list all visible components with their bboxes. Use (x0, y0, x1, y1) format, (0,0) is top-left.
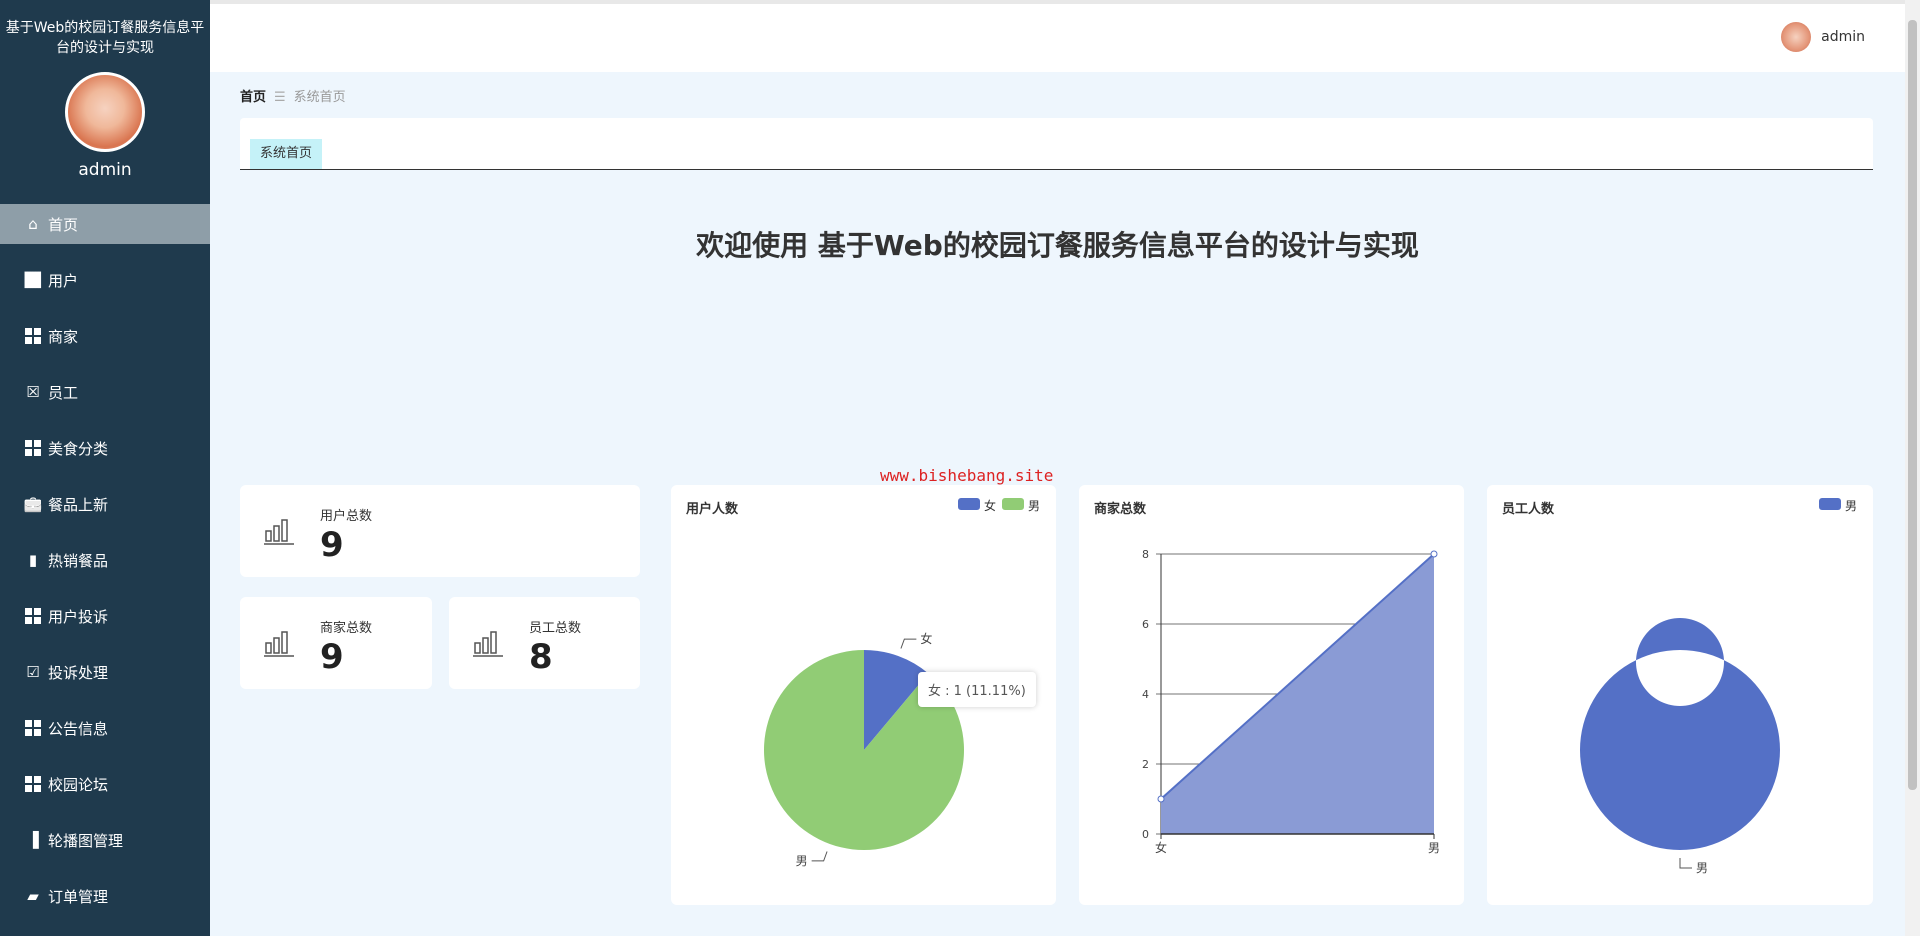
stat-value: 8 (529, 637, 553, 677)
grid-icon (24, 439, 42, 457)
bar-chart-icon (264, 631, 294, 657)
scrollbar-thumb[interactable] (1908, 20, 1917, 790)
sidebar-item-label: 商家 (48, 327, 79, 346)
sidebar: 基于Web的校园订餐服务信息平台的设计与实现 admin ⌂ 首页 📈 用户商家 ☒ 员工… (0, 0, 210, 936)
sidebar-item-4[interactable]: 美食分类 (0, 428, 210, 468)
y-tick-label: 2 (1142, 758, 1149, 771)
stat-value: 9 (320, 637, 344, 677)
sidebar-item-6[interactable]: ▮ 热销餐品 (0, 540, 210, 580)
wallet-icon: ▰ (27, 887, 39, 905)
sidebar-item-1[interactable]: 📈 用户 (0, 260, 210, 300)
sidebar-menu: ⌂ 首页 📈 用户商家 ☒ 员工美食分类 💼 餐品上新 ▮ 热销餐品用户投诉 ☑ 投诉处理公告信息校园… (0, 204, 210, 932)
avatar[interactable] (65, 72, 145, 152)
sidebar-item-9[interactable]: 公告信息 (0, 708, 210, 748)
sidebar-item-label: 美食分类 (48, 439, 109, 458)
clipboard-x-icon: ☒ (26, 383, 40, 401)
x-tick-label: 男 (1428, 841, 1440, 855)
home-icon: ⌂ (28, 215, 38, 233)
sidebar-item-label: 餐品上新 (48, 495, 109, 514)
breadcrumb-current: 系统首页 (293, 90, 346, 105)
briefcase-icon: 💼 (23, 495, 43, 513)
sidebar-item-5[interactable]: 💼 餐品上新 (0, 484, 210, 524)
data-point-男 (1430, 550, 1438, 558)
y-tick-label: 0 (1142, 828, 1149, 841)
watermark: www.bishebang.site (880, 466, 1054, 485)
sidebar-item-12[interactable]: ▰ 订单管理 (0, 876, 210, 916)
staff-donut-chart[interactable]: 男 (1487, 485, 1873, 905)
chart-line-icon: 📈 (23, 271, 43, 289)
grid-icon (24, 327, 42, 345)
slice-label: 女 (920, 631, 932, 646)
chart-card-staff: 员工人数 男 男 (1487, 485, 1873, 905)
chart-card-users: 用户人数 女 男 女男 女 : 1 (11.11%) (671, 485, 1056, 905)
sidebar-item-label: 投诉处理 (48, 663, 109, 682)
sidebar-item-7[interactable]: 用户投诉 (0, 596, 210, 636)
y-tick-label: 8 (1142, 548, 1149, 561)
stat-label: 员工总数 (529, 621, 582, 636)
sidebar-item-8[interactable]: ☑ 投诉处理 (0, 652, 210, 692)
sidebar-item-2[interactable]: 商家 (0, 316, 210, 356)
sidebar-item-label: 公告信息 (48, 719, 109, 738)
chart-tooltip: 女 : 1 (11.11%) (918, 672, 1036, 707)
breadcrumb-home[interactable]: 首页 (240, 90, 266, 105)
stat-card-merchants: 商家总数 9 (240, 597, 432, 689)
book-icon: ▐ (27, 831, 39, 849)
chart-card-merchants: 商家总数 02468女男 (1079, 485, 1464, 905)
bar-chart-icon: ▮ (28, 551, 38, 569)
page-title: 欢迎使用 基于Web的校园订餐服务信息平台的设计与实现 (696, 229, 1419, 262)
label-line (1679, 858, 1692, 869)
slice-label: 男 (796, 854, 808, 868)
stat-card-staff: 员工总数 8 (449, 597, 640, 689)
label-line (900, 638, 917, 649)
breadcrumb: 首页 ☰ 系统首页 (240, 86, 346, 105)
label-line (811, 851, 828, 862)
sidebar-item-label: 校园论坛 (48, 775, 109, 794)
sidebar-item-10[interactable]: 校园论坛 (0, 764, 210, 804)
sidebar-item-label: 用户 (48, 271, 79, 290)
sidebar-item-3[interactable]: ☒ 员工 (0, 372, 210, 412)
slice-label: 男 (1696, 861, 1708, 875)
sidebar-item-label: 轮播图管理 (48, 831, 124, 850)
bar-chart-icon (473, 631, 503, 657)
system-title: 基于Web的校园订餐服务信息平台的设计与实现 (5, 20, 205, 56)
menu-icon: ☰ (274, 90, 286, 105)
bar-chart-icon (264, 519, 294, 545)
avatar (1781, 22, 1812, 52)
sidebar-item-label: 用户投诉 (48, 607, 109, 626)
user-menu[interactable]: admin (1781, 22, 1865, 52)
tab-system-home[interactable]: 系统首页 (250, 139, 323, 169)
pie-slice-男 (1579, 618, 1780, 850)
y-tick-label: 4 (1142, 688, 1149, 701)
stat-card-users: 用户总数 9 (240, 485, 640, 577)
clipboard-check-icon: ☑ (26, 663, 40, 681)
y-tick-label: 6 (1142, 618, 1149, 631)
sidebar-item-0[interactable]: ⌂ 首页 (0, 204, 210, 244)
stat-value: 9 (320, 525, 344, 565)
x-tick-label: 女 (1155, 840, 1167, 855)
sidebar-username: admin (78, 160, 132, 180)
merchants-area-chart[interactable]: 0 2 4 6 8 女 男 (1079, 485, 1464, 905)
sidebar-item-11[interactable]: ▐ 轮播图管理 (0, 820, 210, 860)
grid-icon (24, 607, 42, 625)
scrollbar[interactable] (1905, 0, 1920, 936)
sidebar-item-label: 订单管理 (48, 887, 109, 906)
sidebar-item-label: 员工 (48, 383, 79, 402)
stat-label: 用户总数 (320, 509, 373, 524)
tab-bar: 系统首页 (240, 118, 1873, 170)
header-username: admin (1821, 29, 1865, 45)
stat-label: 商家总数 (320, 621, 373, 636)
sidebar-item-label: 首页 (48, 215, 79, 234)
top-header: admin (210, 4, 1905, 72)
data-point-女 (1157, 795, 1165, 803)
grid-icon (24, 719, 42, 737)
grid-icon (24, 775, 42, 793)
sidebar-item-label: 热销餐品 (48, 551, 109, 570)
